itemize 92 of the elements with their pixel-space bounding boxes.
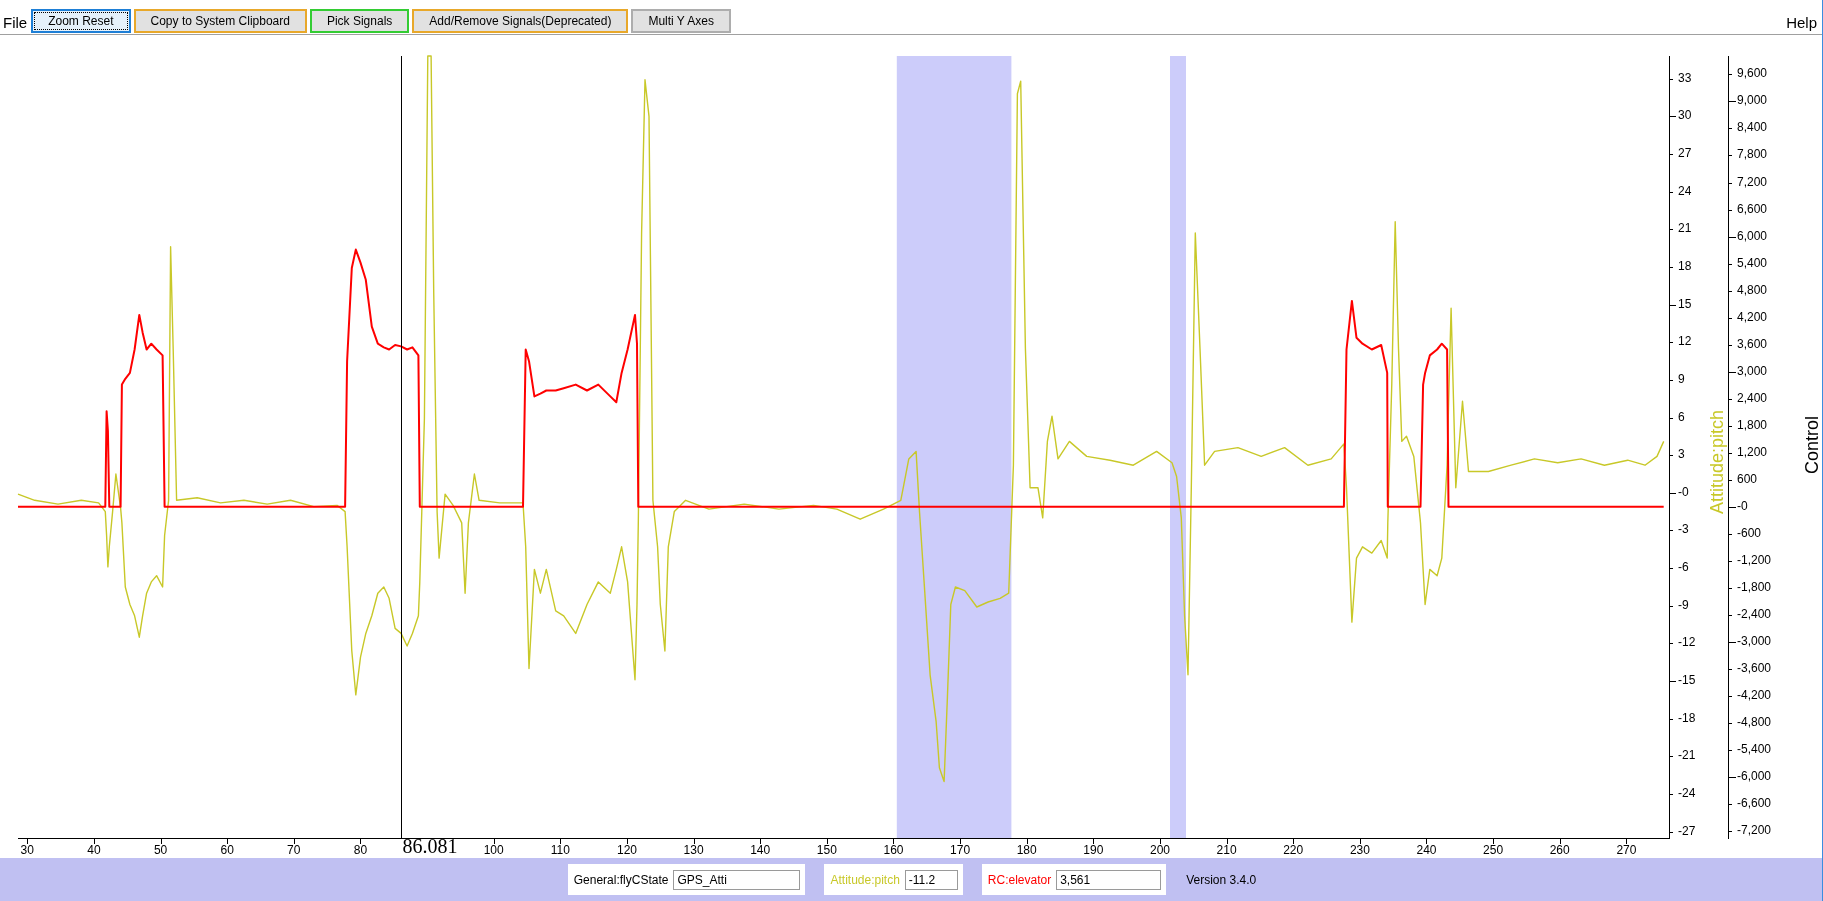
tick-label: 160: [883, 843, 904, 857]
tick-label: 150: [816, 843, 837, 857]
tick-label: 50: [153, 843, 168, 857]
tick-label: -18: [1678, 711, 1696, 725]
tick-label: 240: [1416, 843, 1437, 857]
tick-label: 70: [287, 843, 301, 857]
tick-label: -2,400: [1737, 607, 1772, 621]
tick-label: -3,600: [1737, 661, 1772, 675]
tick-label: 30: [1678, 108, 1692, 122]
tick-label: 170: [950, 843, 971, 857]
tick-label: -15: [1678, 673, 1696, 687]
tick-label: -21: [1678, 748, 1696, 762]
tick-label: -6: [1678, 560, 1689, 574]
tick-label: 9: [1678, 372, 1685, 386]
tick-label: 40: [87, 843, 101, 857]
tick-label: -1,800: [1737, 580, 1772, 594]
tick-label: -1,200: [1737, 553, 1772, 567]
tick-label: 33: [1678, 71, 1692, 85]
tick-label: 8,400: [1737, 120, 1768, 134]
signal-label: General:flyCState: [573, 872, 669, 887]
tick-label: -3: [1678, 522, 1689, 536]
value-field[interactable]: GPS_Atti: [673, 869, 801, 890]
tick-label: 100: [483, 843, 504, 857]
tick-label: 4,200: [1737, 310, 1768, 324]
value-field[interactable]: 3,561: [1056, 869, 1162, 890]
tick-label: -4,800: [1737, 715, 1772, 729]
tick-label: -6,000: [1737, 769, 1772, 783]
tick-label: 15: [1678, 297, 1692, 311]
tick-label: 600: [1737, 472, 1758, 486]
tick-label: 3: [1678, 447, 1685, 461]
tick-label: -6,600: [1737, 796, 1772, 810]
tick-label: 6,000: [1737, 229, 1768, 243]
tick-label: -24: [1678, 786, 1696, 800]
signal-label: Attitude:pitch: [830, 872, 900, 887]
tick-label: 1,200: [1737, 445, 1768, 459]
signal-label: RC:elevator: [987, 872, 1052, 887]
tick-label: 27: [1678, 146, 1692, 160]
tick-label: -27: [1678, 824, 1696, 838]
version-label: Version 3.4.0: [1186, 872, 1257, 887]
cursor-line[interactable]: [401, 55, 402, 839]
tick-label: 140: [750, 843, 771, 857]
tick-label: 80: [353, 843, 368, 857]
tick-label: 2,400: [1737, 391, 1768, 405]
tick-label: -12: [1678, 635, 1696, 649]
tick-label: 6,600: [1737, 202, 1768, 216]
tick-label: 60: [220, 843, 234, 857]
tick-label: 190: [1083, 843, 1104, 857]
tick-label: 21: [1678, 221, 1692, 235]
tick-label: 4,800: [1737, 283, 1768, 297]
file-menu[interactable]: File: [3, 14, 28, 31]
tick-label: 3,600: [1737, 337, 1768, 351]
tick-label: 3,000: [1737, 364, 1768, 378]
tick-label: 120: [617, 843, 637, 857]
tick-label: -3,000: [1737, 634, 1772, 648]
axis-title: Control: [1802, 416, 1822, 474]
tick-label: 9,000: [1737, 93, 1768, 107]
tick-label: 220: [1283, 843, 1304, 857]
tick-label: 110: [550, 843, 570, 857]
tick-label: -600: [1737, 526, 1762, 540]
cursor-label: 86.081: [402, 835, 458, 857]
toolbar-button[interactable]: Zoom Reset: [31, 9, 131, 33]
tick-label: 260: [1549, 843, 1570, 857]
tick-label: 1,800: [1737, 418, 1768, 432]
tick-label: -5,400: [1737, 742, 1772, 756]
tick-label: 12: [1678, 334, 1692, 348]
tick-label: -9: [1678, 598, 1689, 612]
tick-label: -0: [1737, 499, 1748, 513]
tick-label: 18: [1678, 259, 1692, 273]
tick-label: 5,400: [1737, 256, 1768, 270]
tick-label: 250: [1483, 843, 1504, 857]
tick-label: 7,200: [1737, 175, 1768, 189]
tick-label: 30: [20, 843, 34, 857]
toolbar-button[interactable]: Copy to System Clipboard: [133, 9, 307, 33]
help-menu[interactable]: Help: [1786, 14, 1817, 31]
tick-label: 210: [1216, 843, 1237, 857]
tick-label: -4,200: [1737, 688, 1772, 702]
tick-label: 130: [683, 843, 704, 857]
tick-label: 230: [1349, 843, 1370, 857]
tick-label: 24: [1678, 184, 1692, 198]
tick-label: 270: [1616, 843, 1637, 857]
value-field[interactable]: -11.2: [904, 869, 958, 890]
toolbar-button[interactable]: Multi Y Axes: [631, 9, 731, 33]
tick-label: 180: [1016, 843, 1037, 857]
tick-label: 9,600: [1737, 66, 1768, 80]
tick-label: -0: [1678, 485, 1689, 499]
tick-label: 7,800: [1737, 147, 1768, 161]
tick-label: 200: [1150, 843, 1170, 857]
axis-title: Attitude:pitch: [1707, 409, 1727, 515]
toolbar-button[interactable]: Add/Remove Signals(Deprecated): [412, 9, 629, 33]
toolbar-button[interactable]: Pick Signals: [309, 9, 410, 33]
tick-label: 6: [1678, 410, 1685, 424]
tick-label: -7,200: [1737, 823, 1772, 837]
